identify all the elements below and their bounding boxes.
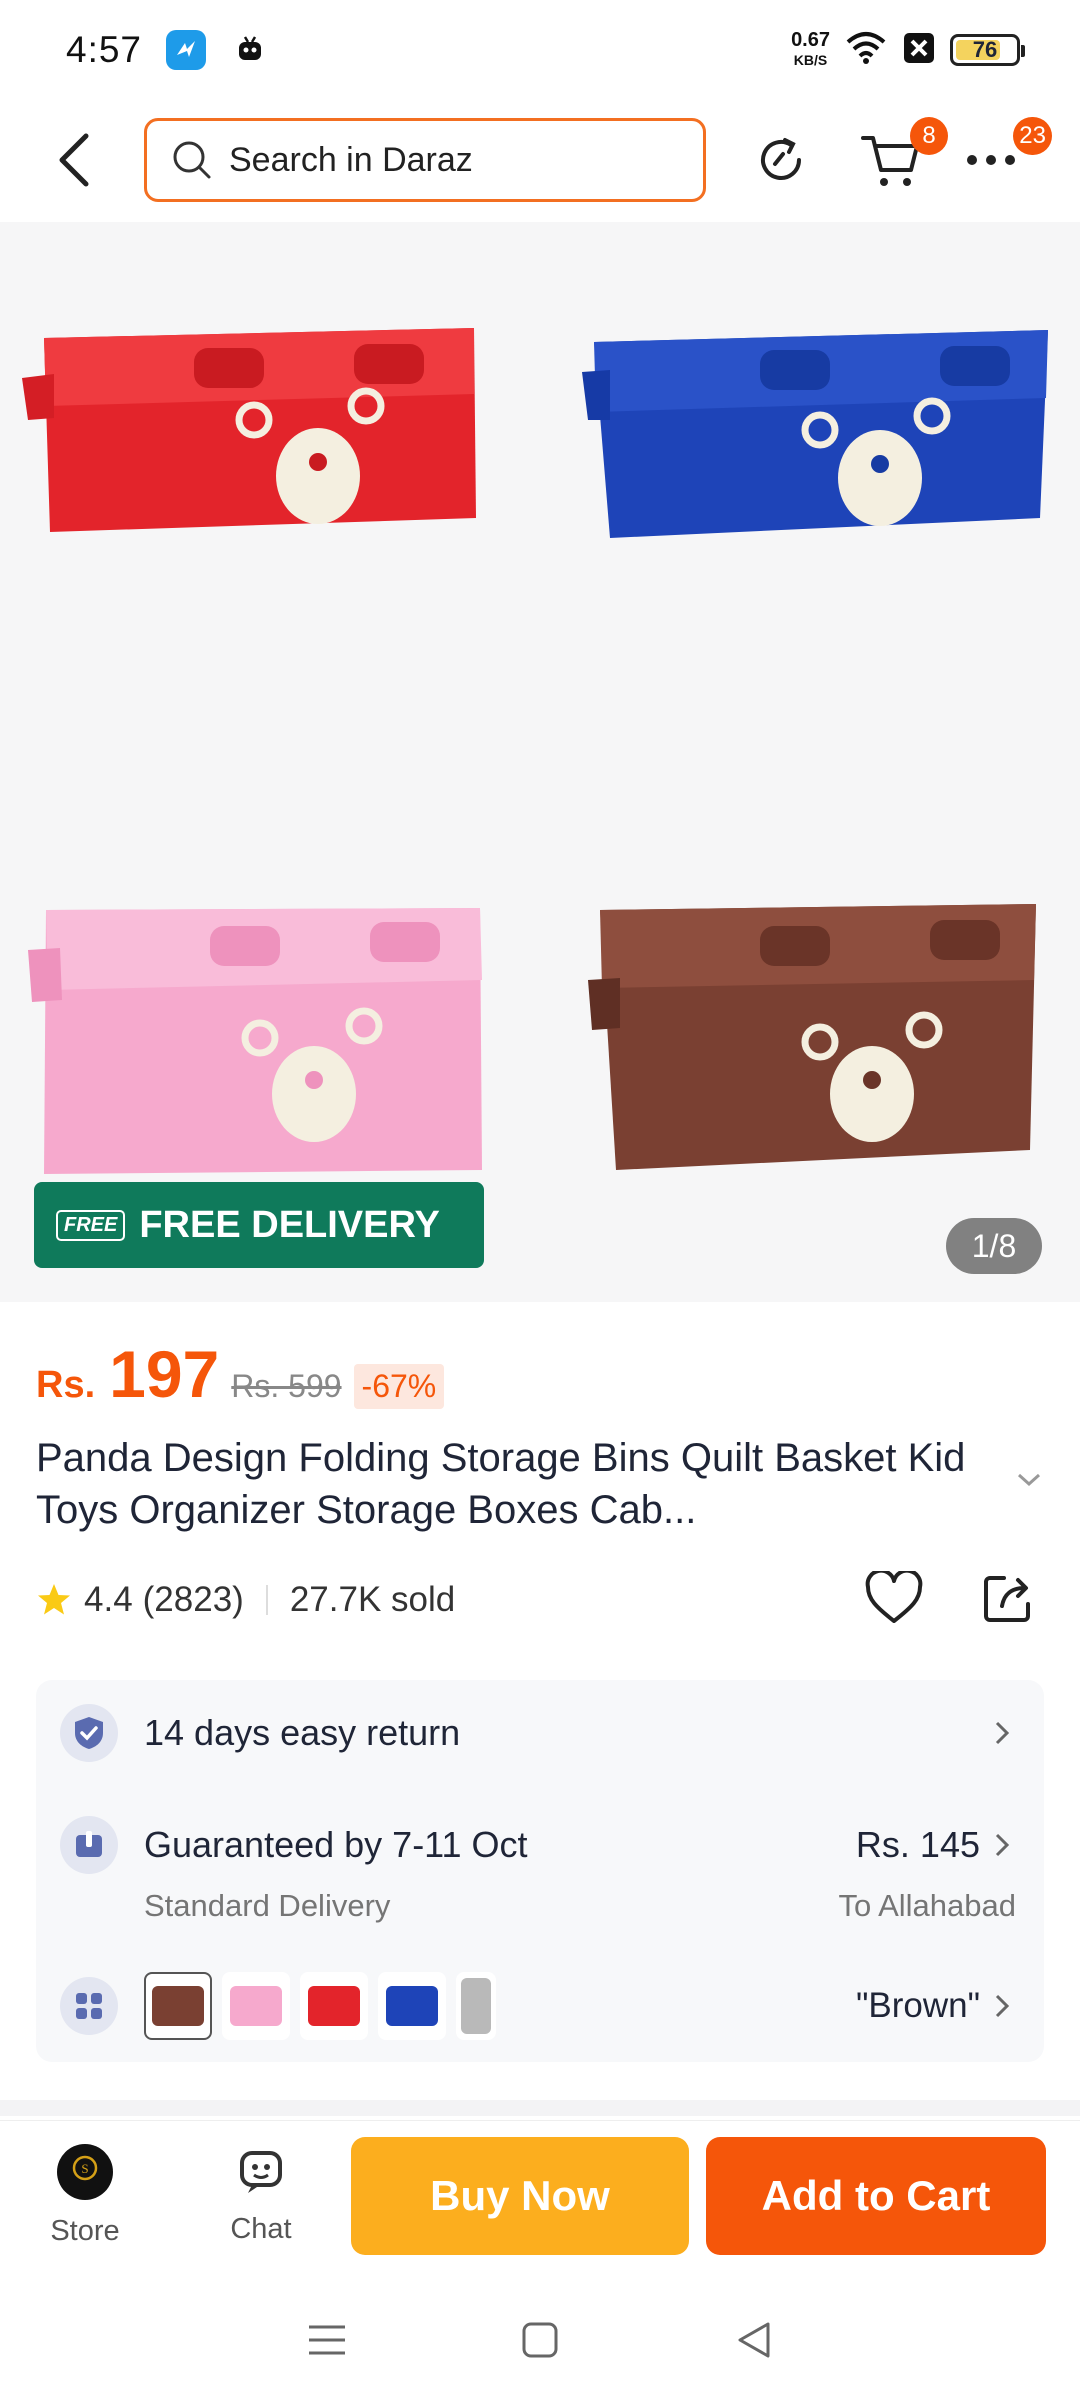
free-delivery-label: FREE DELIVERY xyxy=(139,1203,440,1246)
system-nav-bar xyxy=(0,2280,1080,2400)
sim-off-icon xyxy=(902,31,936,70)
share-button[interactable] xyxy=(976,1566,1040,1630)
variant-swatch-red[interactable] xyxy=(300,1972,368,2040)
chevron-left-icon xyxy=(59,133,89,187)
product-image-brown-box xyxy=(588,904,1036,1170)
product-title[interactable]: Panda Design Folding Storage Bins Quilt … xyxy=(36,1432,1016,1536)
variants-grid-icon xyxy=(60,1977,118,2035)
delivery-type: Standard Delivery xyxy=(144,1888,391,1923)
star-icon xyxy=(38,1584,70,1615)
chat-button[interactable]: Chat xyxy=(206,2145,316,2246)
variant-swatches xyxy=(144,1972,506,2040)
chat-label: Chat xyxy=(230,2213,292,2245)
store-button[interactable]: S Store xyxy=(30,2143,140,2248)
back-triangle-icon xyxy=(738,2322,770,2358)
delivery-row[interactable]: Guaranteed by 7-11 Oct Rs. 145 xyxy=(60,1816,1020,1874)
original-price: Rs. 599 xyxy=(231,1368,342,1404)
chevron-right-icon xyxy=(995,1994,1010,2018)
discount-badge: -67% xyxy=(353,1364,445,1409)
product-image-blue-box xyxy=(582,330,1048,538)
cart-button[interactable]: 8 xyxy=(856,117,948,195)
refresh-history-icon xyxy=(761,138,801,180)
sold-count: 27.7K sold xyxy=(289,1580,456,1619)
return-policy-row[interactable]: 14 days easy return xyxy=(60,1704,1020,1762)
delivery-guarantee-text: Guaranteed by 7-11 Oct xyxy=(144,1824,528,1865)
product-image-pink-box xyxy=(28,908,482,1174)
search-box[interactable] xyxy=(144,118,706,202)
more-button[interactable]: 23 xyxy=(956,117,1052,195)
recents-button[interactable] xyxy=(297,2310,357,2370)
status-bar: 4:57 0.67 KB/S 76 xyxy=(0,0,1080,100)
battery-icon: 76 xyxy=(950,34,1025,66)
more-count-badge: 23 xyxy=(1013,117,1052,155)
home-square-icon xyxy=(522,2322,558,2358)
buy-now-button[interactable]: Buy Now xyxy=(351,2137,689,2255)
store-label: Store xyxy=(50,2215,120,2247)
share-icon xyxy=(984,1576,1030,1622)
variant-swatch-pink[interactable] xyxy=(222,1972,290,2040)
product-image-gallery[interactable]: FREE FREE DELIVERY 1/8 xyxy=(0,222,1080,1302)
image-counter: 1/8 xyxy=(946,1218,1042,1274)
wishlist-button[interactable] xyxy=(862,1566,926,1630)
divider xyxy=(265,1585,268,1615)
service-info-card: 14 days easy return Guaranteed by 7-11 O… xyxy=(36,1680,1044,2062)
svg-text:S: S xyxy=(81,2161,88,2176)
cart-count-badge: 8 xyxy=(910,117,948,155)
price-row: Rs. 197 Rs. 599 -67% xyxy=(36,1336,445,1412)
system-back-button[interactable] xyxy=(723,2310,783,2370)
selected-variant: "Brown" xyxy=(855,1986,980,2025)
search-input[interactable] xyxy=(229,140,669,180)
currency-label: Rs. xyxy=(36,1364,96,1406)
variant-swatch-grey[interactable] xyxy=(456,1972,496,2040)
delivery-location[interactable]: To Allahabad xyxy=(838,1888,1016,1924)
free-delivery-banner: FREE FREE DELIVERY xyxy=(34,1182,484,1268)
menu-lines-icon xyxy=(308,2325,345,2355)
rating-value: 4.4 xyxy=(84,1580,133,1619)
status-time: 4:57 xyxy=(66,29,143,70)
wifi-icon xyxy=(844,30,888,71)
product-image-red-box xyxy=(22,328,476,532)
store-logo-icon: S xyxy=(56,2143,114,2209)
chevron-right-icon xyxy=(995,1721,1010,1745)
bottom-action-bar: S Store Chat Buy Now Add to Cart xyxy=(0,2120,1080,2270)
current-price: 197 xyxy=(109,1337,220,1411)
home-button[interactable] xyxy=(510,2310,570,2370)
more-dots-icon xyxy=(967,155,1015,165)
chevron-down-icon[interactable] xyxy=(1016,1472,1042,1488)
back-button[interactable] xyxy=(44,130,104,190)
chevron-right-icon xyxy=(995,1833,1010,1857)
history-button[interactable] xyxy=(746,125,816,195)
rating-row[interactable]: 4.4 (2823) 27.7K sold xyxy=(36,1570,455,1630)
delivery-truck-icon: FREE xyxy=(56,1209,126,1241)
variant-swatch-brown[interactable] xyxy=(144,1972,212,2040)
delivery-box-icon xyxy=(60,1816,118,1874)
network-speed: 0.67 KB/S xyxy=(791,29,830,68)
robot-app-icon xyxy=(230,30,270,70)
delivery-price: Rs. 145 xyxy=(855,1824,980,1865)
shield-check-icon xyxy=(60,1704,118,1762)
review-count: (2823) xyxy=(142,1580,244,1619)
search-icon xyxy=(173,141,211,179)
variant-swatch-blue[interactable] xyxy=(378,1972,446,2040)
chat-icon xyxy=(234,2145,288,2207)
top-header: 8 23 xyxy=(0,100,1080,220)
add-to-cart-button[interactable]: Add to Cart xyxy=(706,2137,1046,2255)
messaging-app-icon xyxy=(166,30,207,70)
section-divider xyxy=(0,2100,1080,2116)
heart-icon xyxy=(865,1571,923,1623)
variant-row[interactable]: "Brown" xyxy=(60,1972,1020,2040)
return-policy-text: 14 days easy return xyxy=(144,1712,461,1753)
